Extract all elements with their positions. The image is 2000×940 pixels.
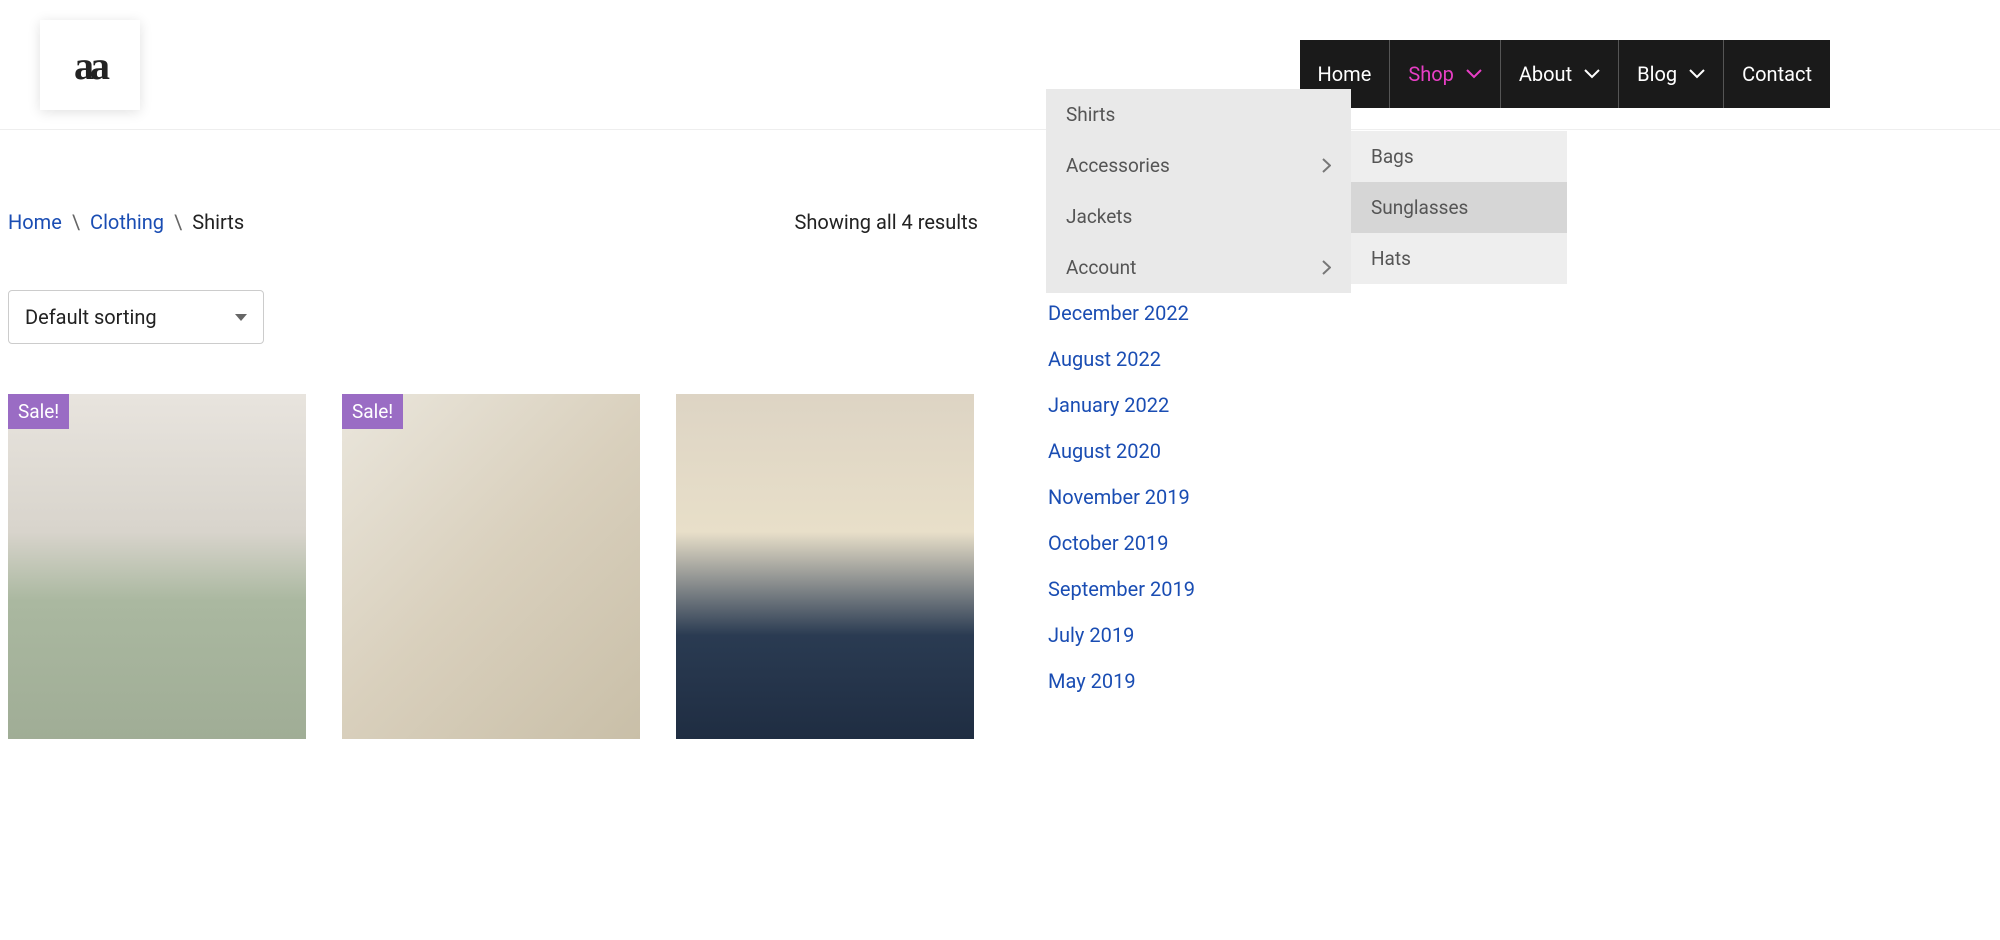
breadcrumb-home[interactable]: Home [8, 210, 62, 234]
logo-text: aa [74, 42, 106, 89]
archive-link[interactable]: May 2019 [1048, 669, 1136, 693]
dropdown-triangle-icon [235, 314, 247, 321]
archive-link[interactable]: November 2019 [1048, 485, 1190, 509]
result-count: Showing all 4 results [795, 210, 978, 234]
submenu-item-hats[interactable]: Hats [1351, 233, 1567, 284]
dropdown-label: Account [1066, 256, 1136, 279]
archive-link[interactable]: September 2019 [1048, 577, 1195, 601]
sort-dropdown[interactable]: Default sorting [8, 290, 264, 344]
dropdown-item-shirts[interactable]: Shirts [1046, 89, 1351, 140]
archive-item: October 2019 [1048, 531, 1992, 555]
archive-item: July 2019 [1048, 623, 1992, 647]
sale-badge: Sale! [8, 394, 69, 429]
site-logo[interactable]: aa [40, 20, 140, 110]
product-image [676, 394, 974, 739]
shop-dropdown: Shirts Accessories Jackets Account [1046, 89, 1351, 293]
archive-item: November 2019 [1048, 485, 1992, 509]
nav-home-label: Home [1318, 62, 1372, 86]
chevron-right-icon [1322, 158, 1331, 173]
breadcrumb-separator: \ [72, 210, 80, 234]
chevron-right-icon [1322, 260, 1331, 275]
archive-link[interactable]: August 2022 [1048, 347, 1161, 371]
nav-contact-label: Contact [1742, 62, 1812, 86]
breadcrumb-separator: \ [174, 210, 182, 234]
sale-badge: Sale! [342, 394, 403, 429]
submenu-label: Hats [1371, 247, 1411, 270]
chevron-down-icon [1466, 69, 1482, 79]
nav-shop[interactable]: Shop [1390, 40, 1501, 108]
main-nav: Home Shop About Blog Contact [1300, 40, 1831, 108]
archive-item: August 2022 [1048, 347, 1992, 371]
dropdown-label: Jackets [1066, 205, 1132, 228]
dropdown-item-account[interactable]: Account [1046, 242, 1351, 293]
chevron-down-icon [1689, 69, 1705, 79]
archive-item: May 2019 [1048, 669, 1992, 693]
nav-about-label: About [1519, 62, 1572, 86]
product-card[interactable]: Sale! [8, 394, 306, 739]
breadcrumb-current: Shirts [192, 210, 244, 234]
archive-item: January 2022 [1048, 393, 1992, 417]
breadcrumb-clothing[interactable]: Clothing [90, 210, 164, 234]
archive-link[interactable]: July 2019 [1048, 623, 1134, 647]
product-card[interactable] [676, 394, 974, 739]
archive-link[interactable]: January 2022 [1048, 393, 1169, 417]
archive-link[interactable]: December 2022 [1048, 301, 1189, 325]
archive-item: September 2019 [1048, 577, 1992, 601]
site-header: aa Home Shop About Blog Contact [0, 0, 2000, 130]
submenu-label: Sunglasses [1371, 196, 1468, 219]
submenu-label: Bags [1371, 145, 1414, 168]
sort-label: Default sorting [25, 305, 157, 329]
dropdown-item-jackets[interactable]: Jackets [1046, 191, 1351, 242]
archive-item: August 2020 [1048, 439, 1992, 463]
dropdown-label: Accessories [1066, 154, 1170, 177]
nav-blog-label: Blog [1637, 62, 1677, 86]
archive-link[interactable]: October 2019 [1048, 531, 1169, 555]
product-image [342, 394, 640, 739]
dropdown-item-accessories[interactable]: Accessories [1046, 140, 1351, 191]
nav-blog[interactable]: Blog [1619, 40, 1724, 108]
nav-shop-label: Shop [1408, 62, 1454, 86]
chevron-down-icon [1584, 69, 1600, 79]
accessories-submenu: Bags Sunglasses Hats [1351, 131, 1567, 284]
product-grid: Sale! Sale! [8, 394, 978, 739]
listing-header: Home \ Clothing \ Shirts Showing all 4 r… [8, 210, 978, 234]
product-card[interactable]: Sale! [342, 394, 640, 739]
product-listing: Home \ Clothing \ Shirts Showing all 4 r… [8, 210, 978, 739]
nav-contact[interactable]: Contact [1724, 40, 1830, 108]
dropdown-label: Shirts [1066, 103, 1115, 126]
main-content: Home \ Clothing \ Shirts Showing all 4 r… [0, 130, 2000, 739]
submenu-item-bags[interactable]: Bags [1351, 131, 1567, 182]
archive-link[interactable]: August 2020 [1048, 439, 1161, 463]
archive-item: December 2022 [1048, 301, 1992, 325]
archive-list: August 2023 December 2022 August 2022 Ja… [1048, 255, 1992, 693]
nav-about[interactable]: About [1501, 40, 1619, 108]
submenu-item-sunglasses[interactable]: Sunglasses [1351, 182, 1567, 233]
breadcrumb: Home \ Clothing \ Shirts [8, 210, 244, 234]
product-image [8, 394, 306, 739]
